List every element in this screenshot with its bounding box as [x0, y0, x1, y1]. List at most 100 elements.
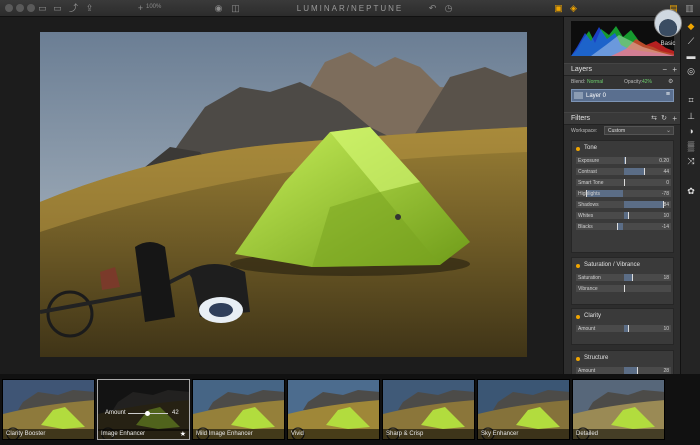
layers-toggle-icon[interactable]: ◈ [568, 3, 579, 14]
preset-thumbnail[interactable]: Vivid [287, 379, 380, 440]
slider-label: Vibrance [578, 286, 598, 292]
filter-section-title[interactable]: Clarity [584, 313, 601, 319]
slider-knob[interactable] [625, 157, 627, 164]
opacity-label: Opacity: [624, 79, 643, 85]
eraser-icon[interactable]: ◑ [685, 125, 697, 137]
history-icon[interactable]: ◷ [443, 3, 454, 14]
slider-label: Whites [578, 213, 594, 219]
filter-section-title[interactable]: Tone [584, 145, 597, 151]
slider-label: Blacks [578, 224, 593, 230]
filter-enabled-icon[interactable] [576, 315, 580, 319]
slider-value: 10 [663, 213, 669, 219]
stamp-icon[interactable]: ⊥ [685, 110, 697, 122]
layer-options-icon[interactable]: ≡ [666, 91, 670, 98]
slider-fill [623, 168, 645, 175]
blend-label: Blend: [571, 79, 586, 85]
slider-label: Shadows [578, 202, 599, 208]
slider-knob[interactable] [623, 179, 625, 186]
filters-header[interactable]: Filters ⇆ ↻ + [564, 112, 680, 125]
slider-label: Highlights [578, 191, 600, 197]
preset-label: Sharp & Crisp [383, 429, 474, 439]
filter-enabled-icon[interactable] [576, 357, 580, 361]
blend-mode-select[interactable]: Normal [587, 79, 603, 85]
basic-category-button[interactable]: Basic [648, 9, 688, 67]
filter-enabled-icon[interactable] [576, 147, 580, 151]
filter-slider[interactable]: Saturation 18 [576, 274, 671, 281]
preset-thumbnail[interactable]: Mild Image Enhancer [192, 379, 285, 440]
slider-knob[interactable] [628, 325, 630, 332]
slider-value: 0 [666, 180, 669, 186]
layer-mask-icon[interactable]: ▒ [685, 140, 697, 152]
slider-value: 44 [663, 169, 669, 175]
slider-knob[interactable] [644, 168, 646, 175]
slider-value: -14 [661, 224, 669, 230]
slider-knob[interactable] [628, 212, 630, 219]
slider-fill [623, 367, 637, 374]
preset-amount-knob[interactable] [144, 411, 150, 416]
landscape-photo [40, 32, 527, 357]
filter-enabled-icon[interactable] [576, 264, 580, 268]
image-browser-icon[interactable]: ▣ [553, 3, 564, 14]
preset-amount-slider[interactable] [128, 411, 168, 416]
filter-section: Saturation / Vibrance Saturation 18 Vibranc… [571, 257, 674, 305]
opacity-value[interactable]: 42% [642, 79, 652, 85]
filter-slider[interactable]: Smart Tone 0 [576, 179, 671, 186]
preset-thumbnail[interactable]: Sky Enhancer [477, 379, 570, 440]
filter-section-title[interactable]: Structure [584, 355, 608, 361]
slider-label: Exposure [578, 158, 600, 164]
transform-icon[interactable]: ⤨ [685, 155, 697, 167]
preset-thumbnail[interactable]: Detailed [572, 379, 665, 440]
filter-slider[interactable]: Shadows 84 [576, 201, 671, 208]
slider-value: 84 [663, 202, 669, 208]
adjustment-panel: Layers − + Blend: Normal Opacity: 42% ⚙ … [563, 17, 680, 374]
basic-category-label: Basic [660, 41, 676, 47]
filter-slider[interactable]: Contrast 44 [576, 168, 671, 175]
filter-section: StructureAmount28Softness [571, 350, 674, 374]
workspace-select[interactable]: Custom ⌄ [604, 126, 674, 135]
slider-fill [623, 274, 633, 281]
title-bar: ▭ ▭ ⤴ ⇪ + 100% ◉ ◫ LUMINAR/NEPTUNE ↶ ◷ ▣… [0, 0, 700, 17]
preset-amount-value: 42 [172, 410, 179, 416]
layers-title: Layers [571, 66, 593, 73]
preset-thumbnail[interactable]: Sharp & Crisp [382, 379, 475, 440]
chevron-down-icon: ⌄ [665, 128, 671, 134]
slider-label: Amount [578, 326, 596, 332]
filter-slider[interactable]: Highlights -78 [576, 190, 671, 197]
favorite-star-icon[interactable]: ★ [180, 430, 186, 438]
tool-strip: ◆ ⟋ ▬ ◎ ⌗ ⊥ ◑ ▒ ⤨ ✿ [680, 17, 700, 374]
reset-filters-icon[interactable]: ↻ [661, 114, 667, 122]
undo-icon[interactable]: ↶ [427, 3, 438, 14]
crop-icon[interactable]: ⌗ [685, 94, 697, 106]
slider-value: 0.20 [659, 158, 669, 164]
preset-thumbnail[interactable]: Amount 42 Image Enhancer ★ [97, 379, 190, 440]
workspace-value: Custom [608, 128, 626, 134]
slider-knob[interactable] [636, 367, 638, 374]
slider-fill [623, 201, 664, 208]
filter-slider[interactable]: Blacks -14 [576, 223, 671, 230]
save-filters-icon[interactable]: ⇆ [651, 114, 657, 122]
preset-amount-label: Amount [105, 410, 126, 416]
basic-category-icon [654, 9, 682, 37]
filter-slider[interactable]: Amount 10 [576, 325, 671, 332]
filter-section-title[interactable]: Saturation / Vibrance [584, 262, 640, 268]
slider-value: 18 [663, 275, 669, 281]
add-filter-icon[interactable]: + [672, 114, 677, 123]
canvas-area [0, 17, 563, 374]
preset-label: Detailed [573, 429, 664, 439]
layer-name: Layer 0 [586, 93, 607, 99]
filter-section: Clarity Amount 10 [571, 308, 674, 345]
preset-thumbnail[interactable]: Clarity Booster [2, 379, 95, 440]
filter-slider[interactable]: Amount 28 [576, 367, 671, 374]
filter-slider[interactable]: Exposure 0.20 [576, 157, 671, 164]
preset-label: Sky Enhancer [478, 429, 569, 439]
slider-knob[interactable] [632, 274, 634, 281]
photo-canvas[interactable] [40, 32, 527, 357]
workspace-label: Workspace: [571, 128, 598, 134]
slider-knob[interactable] [623, 285, 625, 292]
filter-slider[interactable]: Vibrance [576, 285, 671, 292]
plugins-icon[interactable]: ✿ [685, 185, 697, 197]
layer-settings-icon[interactable]: ⚙ [668, 78, 673, 85]
layer-row[interactable]: Layer 0 ≡ [571, 89, 674, 102]
filter-slider[interactable]: Whites 10 [576, 212, 671, 219]
slider-knob[interactable] [616, 223, 618, 230]
